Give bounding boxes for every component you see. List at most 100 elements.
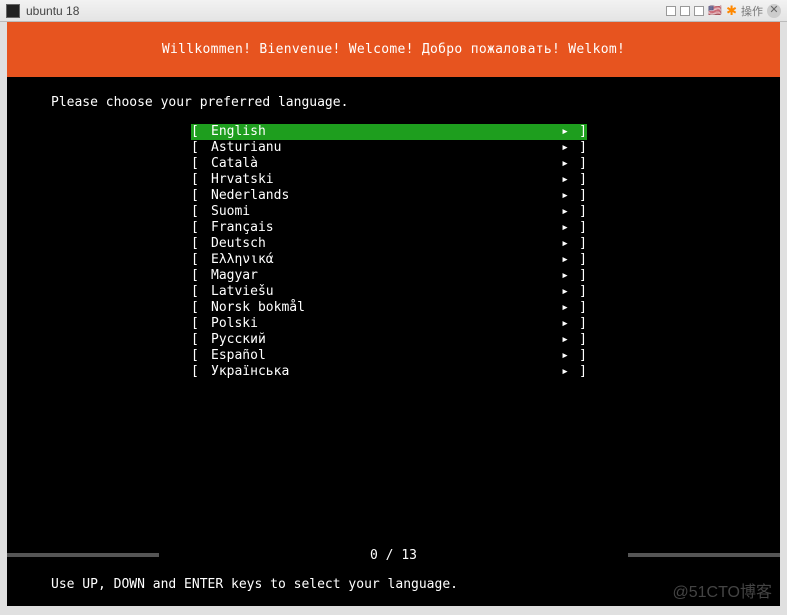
language-name: Asturianu — [211, 140, 555, 156]
bracket-right: ] — [569, 236, 587, 252]
bracket-right: ] — [569, 252, 587, 268]
bracket-right: ] — [569, 300, 587, 316]
language-option[interactable]: [ Asturianu▸ ] — [191, 140, 587, 156]
language-name: Català — [211, 156, 555, 172]
bracket-left: [ — [191, 172, 211, 188]
bracket-left: [ — [191, 316, 211, 332]
chevron-right-icon: ▸ — [555, 268, 569, 284]
language-name: Українська — [211, 364, 555, 380]
progress-track-left — [7, 553, 159, 557]
bracket-right: ] — [569, 284, 587, 300]
progress-text: 0 / 13 — [370, 548, 417, 563]
language-name: Latviešu — [211, 284, 555, 300]
language-name: Ελληνικά — [211, 252, 555, 268]
watermark: @51CTO博客 — [672, 578, 772, 602]
bracket-right: ] — [569, 124, 587, 140]
close-icon[interactable]: ✕ — [767, 4, 781, 18]
bracket-right: ] — [569, 188, 587, 204]
language-option[interactable]: [ Català▸ ] — [191, 156, 587, 172]
installer-console: Willkommen! Bienvenue! Welcome! Добро по… — [7, 22, 780, 606]
chevron-right-icon: ▸ — [555, 252, 569, 268]
bracket-right: ] — [569, 332, 587, 348]
bracket-right: ] — [569, 140, 587, 156]
chevron-right-icon: ▸ — [555, 300, 569, 316]
language-option[interactable]: [ Polski▸ ] — [191, 316, 587, 332]
flag-icon: 🇺🇸 — [708, 4, 722, 17]
language-list[interactable]: [ English▸ ][ Asturianu▸ ][ Català▸ ][ H… — [7, 124, 593, 380]
language-option[interactable]: [ Norsk bokmål▸ ] — [191, 300, 587, 316]
chevron-right-icon: ▸ — [555, 316, 569, 332]
bracket-right: ] — [569, 172, 587, 188]
language-option[interactable]: [ English▸ ] — [191, 124, 587, 140]
bracket-right: ] — [569, 316, 587, 332]
gear-icon[interactable]: ✱ — [726, 3, 737, 19]
chevron-right-icon: ▸ — [555, 204, 569, 220]
language-name: Nederlands — [211, 188, 555, 204]
bracket-left: [ — [191, 332, 211, 348]
language-option[interactable]: [ Ελληνικά▸ ] — [191, 252, 587, 268]
language-option[interactable]: [ Українська▸ ] — [191, 364, 587, 380]
chevron-right-icon: ▸ — [555, 364, 569, 380]
bracket-left: [ — [191, 364, 211, 380]
progress-bar: 0 / 13 — [7, 546, 780, 564]
chevron-right-icon: ▸ — [555, 188, 569, 204]
prompt-text: Please choose your preferred language. — [7, 77, 780, 124]
bracket-right: ] — [569, 220, 587, 236]
language-option[interactable]: [ Latviešu▸ ] — [191, 284, 587, 300]
language-option[interactable]: [ Nederlands▸ ] — [191, 188, 587, 204]
bracket-left: [ — [191, 156, 211, 172]
view-toggle-1-icon[interactable] — [666, 6, 676, 16]
bracket-left: [ — [191, 300, 211, 316]
language-name: Suomi — [211, 204, 555, 220]
hint-text: Use UP, DOWN and ENTER keys to select yo… — [51, 577, 458, 592]
view-toggle-3-icon[interactable] — [694, 6, 704, 16]
action-label[interactable]: 操作 — [741, 3, 763, 19]
bracket-left: [ — [191, 348, 211, 364]
titlebar-right-controls: 🇺🇸 ✱ 操作 ✕ — [666, 3, 781, 19]
bracket-left: [ — [191, 204, 211, 220]
language-option[interactable]: [ Suomi▸ ] — [191, 204, 587, 220]
window-titlebar: ubuntu 18 🇺🇸 ✱ 操作 ✕ — [0, 0, 787, 22]
chevron-right-icon: ▸ — [555, 124, 569, 140]
bracket-left: [ — [191, 140, 211, 156]
bracket-right: ] — [569, 204, 587, 220]
language-name: Hrvatski — [211, 172, 555, 188]
chevron-right-icon: ▸ — [555, 236, 569, 252]
language-name: Norsk bokmål — [211, 300, 555, 316]
language-name: Русский — [211, 332, 555, 348]
chevron-right-icon: ▸ — [555, 348, 569, 364]
bracket-left: [ — [191, 284, 211, 300]
language-option[interactable]: [ Français▸ ] — [191, 220, 587, 236]
welcome-banner: Willkommen! Bienvenue! Welcome! Добро по… — [7, 22, 780, 77]
chevron-right-icon: ▸ — [555, 172, 569, 188]
bracket-left: [ — [191, 252, 211, 268]
bracket-left: [ — [191, 236, 211, 252]
bracket-left: [ — [191, 188, 211, 204]
chevron-right-icon: ▸ — [555, 284, 569, 300]
bracket-left: [ — [191, 220, 211, 236]
chevron-right-icon: ▸ — [555, 220, 569, 236]
language-option[interactable]: [ Magyar▸ ] — [191, 268, 587, 284]
bracket-right: ] — [569, 268, 587, 284]
window-title: ubuntu 18 — [26, 4, 666, 18]
bracket-left: [ — [191, 124, 211, 140]
bracket-right: ] — [569, 348, 587, 364]
language-option[interactable]: [ Hrvatski▸ ] — [191, 172, 587, 188]
language-name: Español — [211, 348, 555, 364]
chevron-right-icon: ▸ — [555, 332, 569, 348]
chevron-right-icon: ▸ — [555, 140, 569, 156]
bracket-right: ] — [569, 364, 587, 380]
language-name: Français — [211, 220, 555, 236]
language-option[interactable]: [ Deutsch▸ ] — [191, 236, 587, 252]
language-name: Deutsch — [211, 236, 555, 252]
language-name: Magyar — [211, 268, 555, 284]
view-toggle-2-icon[interactable] — [680, 6, 690, 16]
progress-track-right — [628, 553, 780, 557]
app-icon — [6, 4, 20, 18]
language-name: English — [211, 124, 555, 140]
bracket-left: [ — [191, 268, 211, 284]
chevron-right-icon: ▸ — [555, 156, 569, 172]
language-option[interactable]: [ Русский▸ ] — [191, 332, 587, 348]
language-name: Polski — [211, 316, 555, 332]
language-option[interactable]: [ Español▸ ] — [191, 348, 587, 364]
